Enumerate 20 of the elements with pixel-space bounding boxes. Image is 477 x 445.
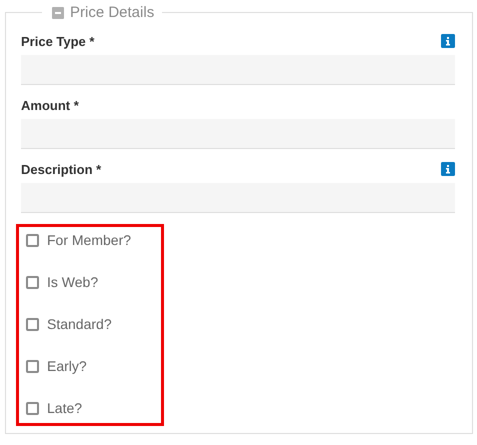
checkbox-label: Early? [47, 358, 87, 374]
checkbox[interactable] [26, 276, 39, 288]
field-label: Amount * [21, 98, 79, 112]
checkbox-label: Is Web? [47, 274, 98, 290]
input-field[interactable] [21, 183, 455, 213]
checkbox[interactable] [26, 402, 39, 414]
input-field[interactable] [21, 55, 455, 85]
input-field[interactable] [21, 119, 455, 149]
info-icon[interactable] [441, 34, 455, 48]
field-label: Description * [21, 162, 102, 176]
checkbox-label: Standard? [47, 316, 112, 332]
checkbox[interactable] [26, 360, 39, 372]
section-title: Price Details [70, 4, 154, 21]
checkbox-label: Late? [47, 400, 82, 416]
checkbox[interactable] [26, 318, 39, 330]
checkbox[interactable] [26, 234, 39, 246]
info-icon[interactable] [441, 162, 455, 176]
collapse-icon[interactable] [52, 6, 64, 18]
checkbox-label: For Member? [47, 232, 132, 248]
field-label: Price Type * [21, 34, 94, 48]
